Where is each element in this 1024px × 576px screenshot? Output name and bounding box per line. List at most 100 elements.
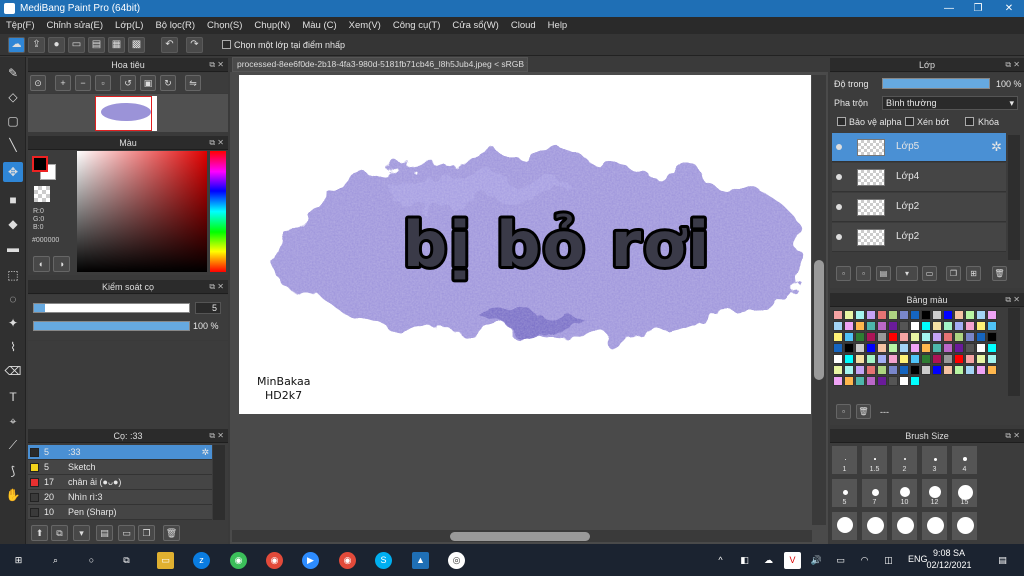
foreground-color-swatch[interactable] [32, 156, 48, 172]
palette-swatch[interactable] [910, 376, 920, 386]
volume-icon[interactable]: 🔊 [808, 552, 825, 569]
tray-app-icon[interactable]: ◧ [736, 552, 753, 569]
palette-swatch[interactable] [976, 321, 986, 331]
zoom-icon[interactable]: ▶ [302, 552, 319, 569]
magic-wand-icon[interactable]: ✦ [3, 313, 23, 333]
wifi-icon[interactable]: ◠ [856, 552, 873, 569]
palette-swatch[interactable] [987, 354, 997, 364]
chrome-profile-icon[interactable]: ◉ [339, 552, 356, 569]
visibility-eye-icon[interactable] [836, 174, 842, 180]
color-palette-icon[interactable]: ◑ [53, 256, 70, 272]
palette-swatch[interactable] [943, 343, 953, 353]
chat-icon[interactable]: ▭ [68, 37, 85, 53]
palette-swatch[interactable] [844, 310, 854, 320]
palette-swatch[interactable] [855, 343, 865, 353]
palette-swatch[interactable] [932, 365, 942, 375]
lock-checkbox[interactable] [965, 117, 974, 126]
chrome-icon[interactable]: ◉ [266, 552, 283, 569]
menu-help[interactable]: Help [542, 17, 574, 31]
rotate-left-icon[interactable]: ↺ [120, 75, 136, 91]
visibility-eye-icon[interactable] [836, 234, 842, 240]
visibility-eye-icon[interactable] [836, 144, 842, 150]
menu-select[interactable]: Chọn(S) [201, 17, 248, 31]
visibility-eye-icon[interactable] [836, 204, 842, 210]
panel-pin-icon[interactable]: ⧉ ✕ [1005, 293, 1020, 307]
select-eraser-icon[interactable]: ⌫ [3, 361, 23, 381]
upload-icon[interactable]: ⇪ [28, 37, 45, 53]
palette-swatch[interactable] [855, 321, 865, 331]
palette-swatch[interactable] [943, 354, 953, 364]
brush-size-slider[interactable] [33, 303, 190, 313]
zoom-out-icon[interactable]: − [75, 75, 91, 91]
search-icon[interactable]: ⌕ [47, 552, 64, 569]
palette-swatch[interactable] [833, 343, 843, 353]
palette-swatch[interactable] [932, 332, 942, 342]
zalo-icon[interactable]: z [193, 552, 210, 569]
layer-row[interactable]: Lớp2 [832, 193, 1006, 222]
palette-swatch[interactable] [899, 354, 909, 364]
brush-size-preset[interactable] [831, 511, 858, 541]
shape-tool-icon[interactable]: ▢ [3, 111, 23, 131]
palette-swatch[interactable] [866, 354, 876, 364]
cortana-icon[interactable]: ○ [83, 552, 100, 569]
skype-icon[interactable]: S [375, 552, 392, 569]
palette-swatch[interactable] [888, 332, 898, 342]
palette-swatch[interactable] [877, 365, 887, 375]
brush-list-item[interactable]: 20 Nhìn rì:3 [28, 490, 212, 505]
menu-color[interactable]: Màu (C) [296, 17, 342, 31]
grid-icon[interactable]: ▩ [128, 37, 145, 53]
palette-swatch[interactable] [987, 310, 997, 320]
palette-swatch[interactable] [877, 310, 887, 320]
menu-filter[interactable]: Bộ lọc(R) [149, 17, 201, 31]
brush-size-preset[interactable] [951, 511, 978, 541]
brush-opacity-slider[interactable] [33, 321, 190, 331]
palette-swatch[interactable] [877, 332, 887, 342]
palette-swatch[interactable] [921, 354, 931, 364]
palette-swatch[interactable] [899, 343, 909, 353]
palette-swatch[interactable] [943, 332, 953, 342]
brush-list-item[interactable]: 5:33 ✲ [28, 445, 212, 460]
brush-size-preset[interactable]: 10 [891, 478, 918, 508]
color-wheel-icon[interactable]: ◐ [33, 256, 50, 272]
cloud-icon[interactable]: ☁ [8, 37, 25, 53]
flip-icon[interactable]: ⇋ [185, 75, 201, 91]
hue-slider[interactable] [210, 151, 226, 272]
palette-swatch[interactable] [866, 332, 876, 342]
palette-swatch[interactable] [943, 321, 953, 331]
palette-swatch[interactable] [965, 321, 975, 331]
palette-swatch[interactable] [844, 365, 854, 375]
panel-pin-icon[interactable]: ⧉ ✕ [209, 136, 224, 150]
palette-swatch[interactable] [921, 321, 931, 331]
palette-swatch[interactable] [921, 365, 931, 375]
layer-opacity-slider[interactable] [882, 78, 990, 89]
brush-size-preset[interactable]: 15 [951, 478, 978, 508]
layer-scrollbar[interactable] [1008, 135, 1020, 260]
eyedropper-icon[interactable]: ⟆ [3, 461, 23, 481]
layer-folder-icon[interactable]: ▭ [922, 266, 937, 281]
panel-pin-icon[interactable]: ⧉ ✕ [209, 58, 224, 72]
palette-swatch[interactable] [910, 354, 920, 364]
palette-swatch[interactable] [888, 376, 898, 386]
eraser-tool-icon[interactable]: ◇ [3, 87, 23, 107]
palette-swatch[interactable] [987, 365, 997, 375]
move-tool-icon[interactable]: ✥ [3, 162, 23, 182]
brush-doc-icon[interactable]: ▤ [96, 525, 113, 541]
palette-swatch[interactable] [932, 310, 942, 320]
palette-swatch[interactable] [910, 310, 920, 320]
palette-delete-icon[interactable]: 🗑 [856, 404, 871, 419]
palette-swatch[interactable] [954, 354, 964, 364]
brush-size-preset[interactable] [861, 511, 888, 541]
panel-pin-icon[interactable]: ⧉ ✕ [1005, 58, 1020, 72]
medibang-taskbar-icon[interactable]: ◎ [448, 552, 465, 569]
brush-size-preset[interactable] [921, 511, 948, 541]
canvas-horizontal-thumb[interactable] [450, 532, 590, 541]
palette-swatch[interactable] [844, 332, 854, 342]
palette-swatch[interactable] [888, 310, 898, 320]
page-icon[interactable]: ▤ [88, 37, 105, 53]
menu-layer[interactable]: Lớp(L) [109, 17, 149, 31]
brush-delete-icon[interactable]: 🗑 [163, 525, 180, 541]
hand-tool-icon[interactable]: ✋ [3, 485, 23, 505]
menu-edit[interactable]: Chỉnh sửa(E) [41, 17, 110, 31]
clip-checkbox[interactable] [905, 117, 914, 126]
fit-window-icon[interactable]: ▣ [140, 75, 156, 91]
